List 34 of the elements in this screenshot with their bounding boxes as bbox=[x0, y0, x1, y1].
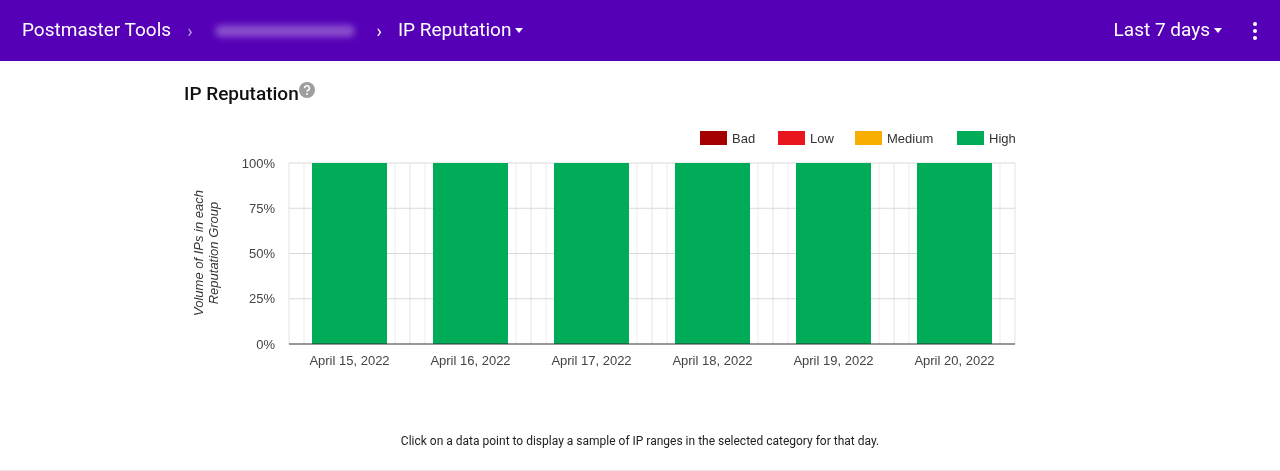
axis-tick-label: April 19, 2022 bbox=[793, 352, 874, 368]
help-icon[interactable] bbox=[298, 82, 315, 98]
axis-tick-label: 0% bbox=[256, 336, 275, 351]
axis-title: Volume of IPs in each Reputation Group bbox=[191, 189, 221, 316]
chart-bar[interactable] bbox=[433, 162, 508, 344]
axis-tick-label: 25% bbox=[248, 290, 275, 306]
more-options-icon[interactable] bbox=[1252, 21, 1258, 40]
axis-tick-label: 100% bbox=[241, 155, 275, 170]
chart-bar[interactable] bbox=[312, 162, 387, 344]
axis-tick-label: April 17, 2022 bbox=[551, 352, 632, 368]
blurred-breadcrumb[interactable] bbox=[214, 24, 355, 37]
date-range-dropdown[interactable]: Last 7 days bbox=[1113, 16, 1222, 45]
section-title: IP Reputation bbox=[184, 81, 299, 107]
chart-bar[interactable] bbox=[796, 162, 871, 344]
breadcrumb-separator: › bbox=[376, 19, 382, 43]
axis-tick-label: 75% bbox=[248, 200, 275, 216]
chart-bar[interactable] bbox=[675, 162, 750, 344]
chart-bar[interactable] bbox=[554, 162, 629, 344]
page-dropdown[interactable]: IP Reputation bbox=[397, 16, 524, 45]
axis-tick-label: April 15, 2022 bbox=[309, 352, 390, 368]
hint-text: Click on a data point to display a sample of IP ranges in the selected category for that day. bbox=[399, 433, 881, 450]
legend-label: High bbox=[989, 130, 1016, 146]
app-title[interactable]: Postmaster Tools bbox=[22, 16, 172, 45]
axis-tick-label: April 16, 2022 bbox=[430, 352, 511, 368]
breadcrumb-separator: › bbox=[187, 19, 193, 43]
axis-tick-label: April 18, 2022 bbox=[672, 352, 753, 368]
axis-tick-label: 50% bbox=[248, 245, 275, 261]
caret-icon bbox=[515, 28, 524, 33]
axis-tick-label: April 20, 2022 bbox=[914, 352, 995, 368]
legend-label: Bad bbox=[732, 130, 756, 146]
caret-icon bbox=[1214, 28, 1222, 33]
chart-bar[interactable] bbox=[917, 162, 992, 344]
legend-label: Low bbox=[810, 130, 834, 146]
legend-label: Medium bbox=[887, 130, 934, 146]
